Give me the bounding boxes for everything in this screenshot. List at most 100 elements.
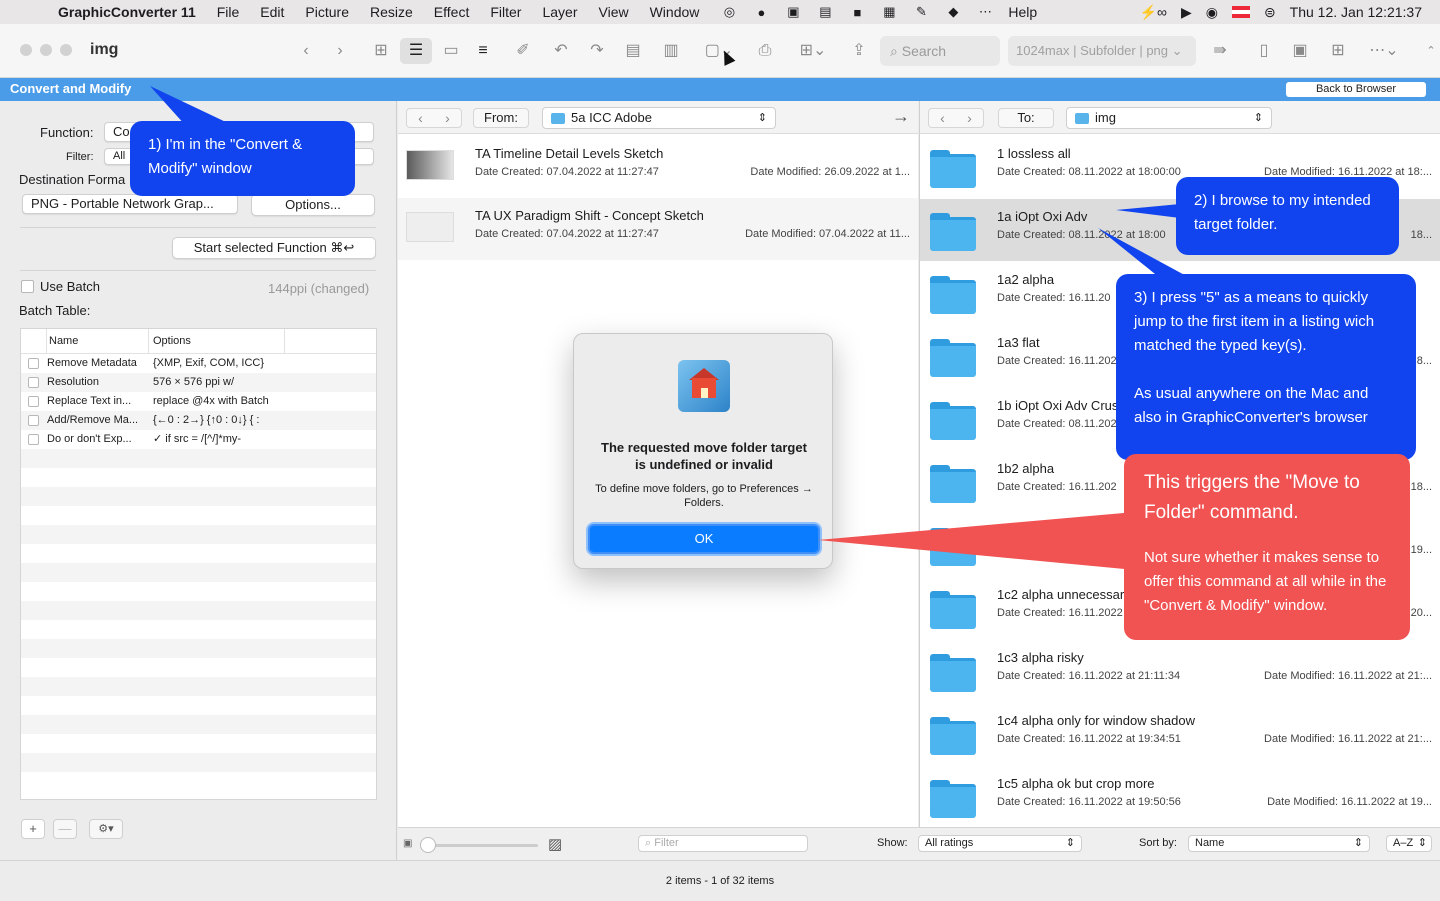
target-history-arrows[interactable]: ‹ › bbox=[928, 108, 984, 128]
clock[interactable]: Thu 12. Jan 12:21:37 bbox=[1290, 4, 1422, 20]
sort-order-popup[interactable]: A–Z ⇕ bbox=[1386, 835, 1432, 852]
row-checkbox[interactable] bbox=[28, 377, 39, 388]
battery-status[interactable]: ⚡∞ bbox=[1140, 4, 1167, 21]
batch-rows: Remove Metadata {XMP, Exif, COM, ICC} Reso… bbox=[21, 354, 376, 449]
target-path-popup[interactable]: img ⇕ bbox=[1066, 107, 1272, 129]
column-view-icon[interactable]: ≡ bbox=[470, 38, 496, 64]
menu-view[interactable]: View bbox=[599, 4, 629, 20]
list-item[interactable]: 1c4 alpha only for window shadow Date Cre… bbox=[920, 703, 1440, 765]
flag-icon[interactable] bbox=[1231, 6, 1250, 18]
back-icon[interactable]: ‹ bbox=[296, 38, 316, 64]
back-icon[interactable]: ‹ bbox=[929, 109, 956, 127]
format-popup[interactable]: PNG - Portable Network Grap... bbox=[22, 194, 238, 214]
zoom-icon[interactable] bbox=[60, 44, 72, 56]
column-name[interactable]: Name bbox=[47, 329, 149, 353]
camera-icon[interactable]: ▣ bbox=[784, 4, 802, 20]
back-to-browser-button[interactable]: Back to Browser bbox=[1286, 82, 1426, 97]
forward-icon[interactable]: › bbox=[434, 109, 461, 127]
minimize-icon[interactable] bbox=[40, 44, 52, 56]
start-function-button[interactable]: Start selected Function ⌘↩ bbox=[172, 237, 376, 259]
box-icon[interactable]: ■ bbox=[848, 5, 866, 20]
use-batch-checkbox[interactable] bbox=[21, 280, 34, 293]
rotate-right-icon[interactable]: ↷ bbox=[584, 38, 610, 64]
target-icon[interactable]: ◎ bbox=[720, 4, 738, 20]
table-row[interactable]: Resolution 576 × 576 ppi w/ bbox=[21, 373, 376, 392]
stack-icon[interactable]: ▤ bbox=[620, 38, 646, 64]
menu-help[interactable]: Help bbox=[1008, 4, 1037, 20]
forward-icon[interactable]: › bbox=[330, 38, 350, 64]
column-options[interactable]: Options bbox=[149, 329, 285, 353]
table-row[interactable]: Do or don't Exp... ✓ if src = /[^/]*my- bbox=[21, 430, 376, 449]
thumbnail-size-slider[interactable] bbox=[426, 844, 538, 847]
row-checkbox[interactable] bbox=[28, 434, 39, 445]
more-icon[interactable]: ⋯ bbox=[976, 4, 994, 20]
source-history-arrows[interactable]: ‹ › bbox=[406, 108, 462, 128]
menu-picture[interactable]: Picture bbox=[305, 4, 349, 20]
item-created: Date Created: 16.11.2022 at 19:50:56 bbox=[997, 796, 1181, 808]
print-icon[interactable]: ⎙ bbox=[752, 38, 778, 64]
tool-icon[interactable]: ✎ bbox=[912, 4, 930, 20]
building-icon[interactable]: ▥ bbox=[658, 38, 684, 64]
leaf-icon[interactable]: ◆ bbox=[944, 4, 962, 20]
arrow-right-icon[interactable]: → bbox=[892, 106, 910, 127]
slider-knob[interactable] bbox=[420, 837, 436, 853]
forward-icon[interactable]: › bbox=[956, 109, 983, 127]
app-menu[interactable]: GraphicConverter 11 bbox=[58, 4, 196, 20]
search-field[interactable]: ⌕ Search bbox=[880, 36, 1000, 66]
item-modified: Date Modified: 16.11.2022 at 21:... bbox=[1264, 733, 1432, 745]
export-preset-popup[interactable]: 1024max | Subfolder | png ⌄ bbox=[1008, 36, 1196, 66]
list-item[interactable]: TA Timeline Detail Levels Sketch Date Cr… bbox=[398, 136, 918, 198]
edit-icon[interactable]: ✐ bbox=[510, 38, 536, 64]
filter-field[interactable]: ⌕ Filter bbox=[638, 835, 808, 852]
close-icon[interactable] bbox=[20, 44, 32, 56]
options-button[interactable]: Options... bbox=[251, 194, 375, 216]
add-button[interactable]: + bbox=[21, 819, 45, 839]
row-checkbox[interactable] bbox=[28, 396, 39, 407]
control-center-icon[interactable]: ⊜ bbox=[1264, 4, 1276, 21]
calendar-icon[interactable]: ▦ bbox=[880, 4, 898, 20]
sort-popup[interactable]: Name ⇕ bbox=[1188, 835, 1370, 852]
remove-button[interactable]: — bbox=[53, 819, 77, 839]
row-checkbox[interactable] bbox=[28, 415, 39, 426]
filmstrip-view-icon[interactable]: ▭ bbox=[438, 38, 464, 64]
convert-icon[interactable]: ⇛ bbox=[1208, 38, 1232, 64]
list-item[interactable]: 1c5 alpha ok but crop more Date Created: … bbox=[920, 766, 1440, 828]
menu-window[interactable]: Window bbox=[650, 4, 700, 20]
layout-icon[interactable]: ⊞ bbox=[1324, 38, 1352, 64]
menu-resize[interactable]: Resize bbox=[370, 4, 413, 20]
grid-view-icon[interactable]: ⊞ bbox=[368, 38, 394, 64]
show-ratings-popup[interactable]: All ratings ⇕ bbox=[918, 835, 1082, 852]
table-row[interactable]: Remove Metadata {XMP, Exif, COM, ICC} bbox=[21, 354, 376, 373]
account-icon[interactable]: ◉ bbox=[1206, 4, 1218, 21]
menu-edit[interactable]: Edit bbox=[260, 4, 284, 20]
menu-layer[interactable]: Layer bbox=[542, 4, 577, 20]
ok-button[interactable]: OK bbox=[588, 524, 820, 554]
list-item[interactable]: 1c3 alpha risky Date Created: 16.11.2022 … bbox=[920, 640, 1440, 702]
play-icon[interactable]: ▶ bbox=[1181, 4, 1192, 21]
arrange-dropdown-icon[interactable]: ⊞⌄ bbox=[794, 38, 832, 64]
sidebar-icon[interactable]: ▯ bbox=[1252, 38, 1276, 64]
alert-dialog: The requested move folder target is unde… bbox=[573, 333, 833, 569]
folder-icon bbox=[930, 213, 976, 251]
menu-file[interactable]: File bbox=[217, 4, 240, 20]
list-view-icon[interactable]: ☰ bbox=[400, 38, 432, 64]
back-icon[interactable]: ‹ bbox=[407, 109, 434, 127]
window-controls[interactable] bbox=[20, 44, 80, 56]
batch-table[interactable]: Name Options Remove Metadata {XMP, Exif, … bbox=[20, 328, 377, 800]
clipboard-icon[interactable]: ▤ bbox=[816, 4, 834, 20]
action-menu-button[interactable]: ⚙︎▾ bbox=[89, 819, 123, 839]
list-item[interactable]: TA UX Paradigm Shift - Concept Sketch Da… bbox=[398, 198, 918, 260]
menu-filter[interactable]: Filter bbox=[490, 4, 521, 20]
table-row[interactable]: Replace Text in... replace @4x with Batch bbox=[21, 392, 376, 411]
row-checkbox[interactable] bbox=[28, 358, 39, 369]
use-batch-label: Use Batch bbox=[40, 279, 100, 294]
user-icon[interactable]: ● bbox=[752, 5, 770, 20]
share-icon[interactable]: ⇪ bbox=[846, 38, 872, 64]
more-options-icon[interactable]: ⋯⌄ bbox=[1366, 38, 1402, 64]
table-row[interactable]: Add/Remove Ma... {←0 : 2→} {↑0 : 0↓} { : bbox=[21, 411, 376, 430]
menu-effect[interactable]: Effect bbox=[434, 4, 470, 20]
source-path-popup[interactable]: 5a ICC Adobe ⇕ bbox=[542, 107, 776, 129]
preview-icon[interactable]: ▣ bbox=[1288, 38, 1312, 64]
rotate-left-icon[interactable]: ↶ bbox=[548, 38, 574, 64]
toolbar-overflow-icon[interactable]: ⌃ bbox=[1424, 38, 1438, 64]
